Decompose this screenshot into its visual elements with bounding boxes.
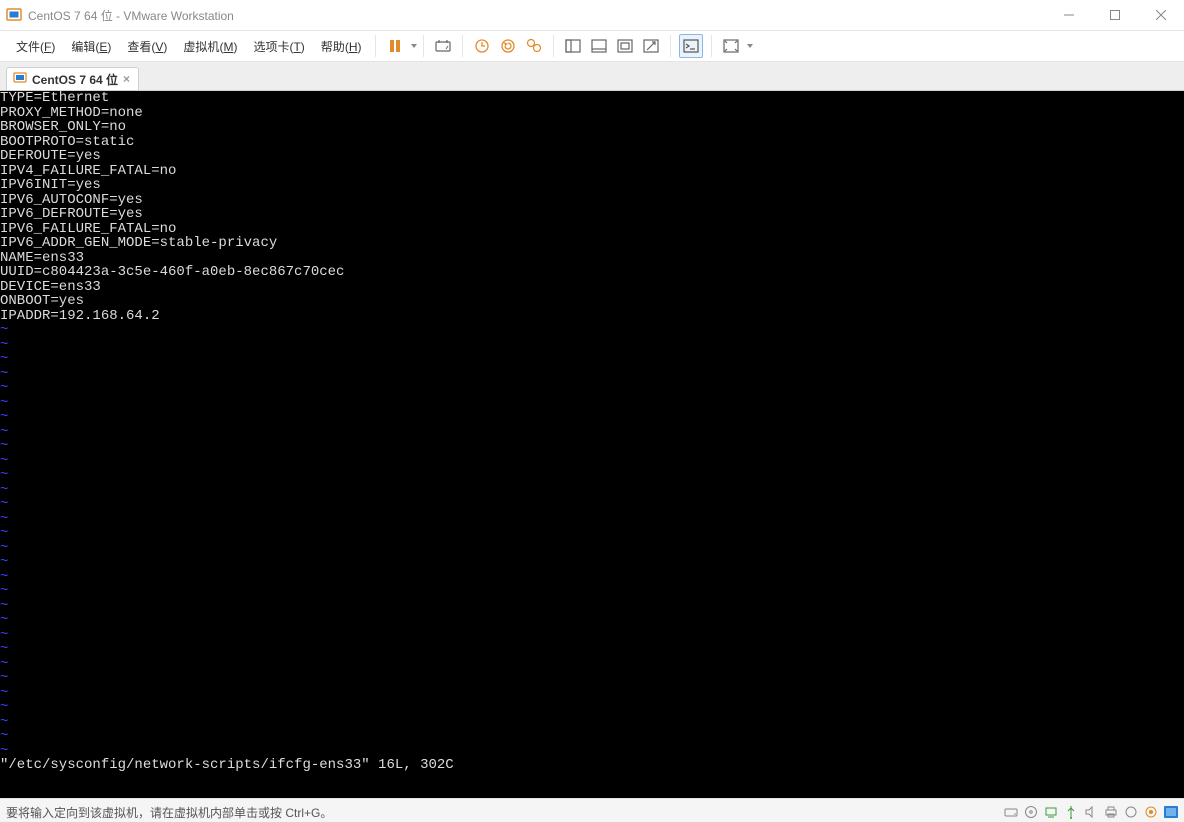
enter-fullscreen-button[interactable] [720,35,742,57]
view-quick-switch-button[interactable] [614,35,636,57]
menu-tabs[interactable]: 选项卡(T) [245,34,312,59]
vm-tab-label: CentOS 7 64 位 [32,71,118,88]
harddisk-icon[interactable] [1002,803,1020,821]
separator [670,35,671,57]
menu-help[interactable]: 帮助(H) [313,34,370,59]
view-single-window-button[interactable] [562,35,584,57]
display-icon[interactable] [1122,803,1140,821]
separator [423,35,424,57]
status-bar: 要将输入定向到该虚拟机，请在虚拟机内部单击或按 Ctrl+G。 [0,798,1184,822]
vm-tab-centos[interactable]: CentOS 7 64 位 × [6,67,139,90]
sound-icon[interactable] [1082,803,1100,821]
revert-snapshot-button[interactable] [497,35,519,57]
console-view-button[interactable] [679,34,703,58]
pause-dropdown-icon[interactable] [411,44,417,48]
status-hint-text: 要将输入定向到该虚拟机，请在虚拟机内部单击或按 Ctrl+G。 [6,804,332,821]
printer-icon[interactable] [1102,803,1120,821]
view-console-button[interactable] [588,35,610,57]
separator [375,35,376,57]
close-icon[interactable]: × [123,73,130,85]
window-title: CentOS 7 64 位 - VMware Workstation [28,7,1046,24]
usb-icon[interactable] [1062,803,1080,821]
network-adapter-icon[interactable] [1042,803,1060,821]
menu-view[interactable]: 查看(V) [119,34,175,59]
take-snapshot-button[interactable] [471,35,493,57]
send-ctrl-alt-del-button[interactable] [432,35,454,57]
snapshot-manager-button[interactable] [523,35,545,57]
pause-button[interactable] [384,35,406,57]
separator [553,35,554,57]
window-minimize-button[interactable] [1046,0,1092,30]
cd-icon[interactable] [1022,803,1040,821]
separator [462,35,463,57]
menu-file[interactable]: 文件(F) [8,34,63,59]
window-maximize-button[interactable] [1092,0,1138,30]
view-unity-button[interactable] [640,35,662,57]
menu-vm[interactable]: 虚拟机(M) [175,34,245,59]
message-log-icon[interactable] [1142,803,1160,821]
vmware-app-icon [6,7,22,23]
window-close-button[interactable] [1138,0,1184,30]
tab-strip: CentOS 7 64 位 × [0,62,1184,91]
vm-console-terminal[interactable]: TYPE=Ethernet PROXY_METHOD=none BROWSER_… [0,91,1184,798]
menu-edit[interactable]: 编辑(E) [63,34,119,59]
input-grabbed-icon[interactable] [1162,803,1180,821]
fullscreen-dropdown-icon[interactable] [747,44,753,48]
vm-tab-icon [13,71,27,88]
title-bar: CentOS 7 64 位 - VMware Workstation [0,0,1184,31]
separator [711,35,712,57]
menu-bar: 文件(F) 编辑(E) 查看(V) 虚拟机(M) 选项卡(T) 帮助(H) [0,31,1184,62]
